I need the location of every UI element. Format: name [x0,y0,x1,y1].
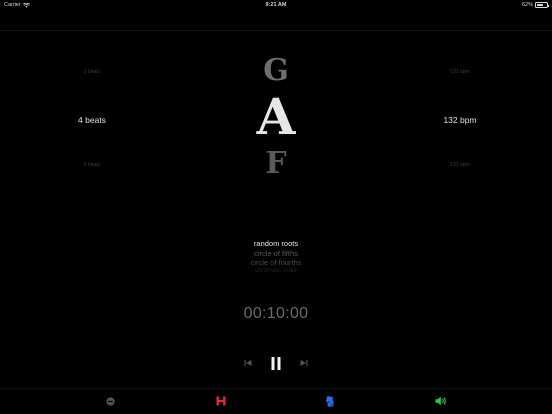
previous-button[interactable] [240,354,256,372]
battery-group: 62% [521,2,549,8]
mode-option[interactable]: chromatic scale [176,268,376,274]
dice-icon [326,395,334,406]
mode-option[interactable]: random roots [176,239,376,249]
mode-picker[interactable]: random roots circle of fifths circle of … [176,239,376,274]
pause-button[interactable] [268,354,284,372]
transport-controls [230,354,322,372]
next-note: F [265,146,287,181]
battery-fill [536,3,543,7]
tempo-below[interactable]: 133 bpm [410,162,510,168]
beats-above[interactable]: 3 beats [42,69,142,75]
tempo-current[interactable]: 132 bpm [410,115,510,125]
mode-option[interactable]: circle of fourths [176,258,376,268]
tab-harmony[interactable] [213,394,229,408]
tab-random[interactable] [322,394,338,408]
clock: 9:21 AM [265,2,287,8]
beats-current[interactable]: 4 beats [42,115,142,125]
minus-circle-icon [105,396,115,406]
pause-icon [271,356,281,370]
skip-back-icon [244,360,252,366]
carrier-group: Carrier [4,2,30,8]
beats-below[interactable]: 5 beats [42,162,142,168]
battery-icon [535,2,549,8]
speaker-icon [435,396,446,406]
battery-percent: 62% [521,2,533,8]
session-timer[interactable]: 00:10:00 [176,305,376,323]
wifi-icon [22,2,30,8]
carrier-label: Carrier [4,2,21,8]
status-bar: Carrier 9:21 AM 62% [0,0,552,10]
tab-mute[interactable] [102,394,118,408]
skip-forward-icon [300,360,308,366]
tab-bar [0,390,552,414]
next-button[interactable] [296,354,312,372]
tab-sound[interactable] [433,394,449,408]
top-divider [0,30,552,31]
current-note: A [256,87,296,146]
bottom-divider [0,388,552,389]
previous-note: G [263,53,289,88]
h-letter-icon [216,396,226,406]
tempo-above[interactable]: 131 bpm [410,69,510,75]
mode-option[interactable]: circle of fifths [176,249,376,259]
